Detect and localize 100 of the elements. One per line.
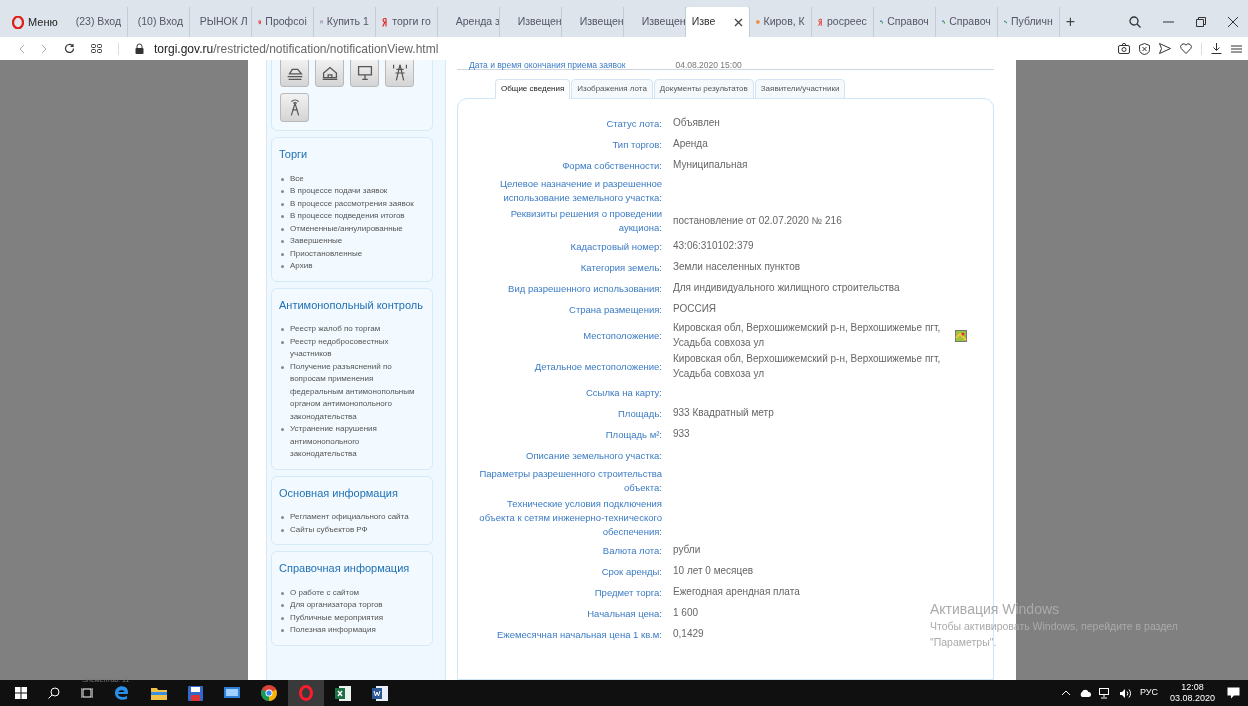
cloud-icon[interactable] bbox=[1078, 689, 1091, 697]
settings-icon[interactable] bbox=[1231, 43, 1242, 54]
field-value: 933 bbox=[673, 427, 690, 442]
menu-link[interactable]: Для организатора торгов bbox=[290, 599, 391, 612]
menu-link[interactable]: О работе с сайтом bbox=[290, 586, 368, 599]
tab-title: Справоч bbox=[949, 14, 991, 30]
chrome-icon[interactable] bbox=[261, 685, 277, 701]
tab[interactable]: Изображения лота bbox=[571, 79, 653, 99]
windows-icon[interactable] bbox=[15, 687, 27, 699]
menu-link[interactable]: Отмененные/аннулированные bbox=[290, 222, 411, 235]
field-value: рубли bbox=[673, 543, 701, 558]
menu-title: Основная информация bbox=[279, 485, 399, 501]
menu-link[interactable]: Все bbox=[290, 172, 312, 185]
field-label: Технические условия подключения объекта к сетям инженерно-технического обеспечения: bbox=[478, 497, 662, 539]
close-icon[interactable] bbox=[733, 17, 743, 27]
tab-title: Извещен bbox=[516, 14, 561, 30]
power-tower-icon[interactable] bbox=[385, 60, 414, 87]
field-value: Ежегодная арендная плата bbox=[673, 585, 800, 600]
camera-icon[interactable] bbox=[1118, 43, 1130, 54]
tab-title: Аренда з bbox=[454, 14, 499, 30]
menu-link[interactable]: Архив bbox=[290, 260, 321, 273]
field-value: 0,1429 bbox=[673, 627, 704, 642]
download-icon[interactable] bbox=[1211, 43, 1222, 54]
field-label: Вид разрешенного использования: bbox=[508, 281, 662, 296]
search-icon[interactable] bbox=[1129, 16, 1141, 28]
field-value: постановление от 02.07.2020 № 216 bbox=[673, 213, 842, 228]
field-label: Детальное местоположение: bbox=[534, 359, 662, 374]
field-label: Площадь: bbox=[618, 406, 662, 421]
bullet-icon bbox=[281, 629, 284, 632]
field-label: Ежемесячная начальная цена 1 кв.м: bbox=[496, 627, 662, 642]
menu-link[interactable]: Регламент официального сайта bbox=[290, 511, 417, 524]
field-value: 04.08.2020 15:00 bbox=[675, 60, 742, 69]
shield-icon[interactable] bbox=[1139, 42, 1150, 55]
send-icon[interactable] bbox=[1159, 43, 1171, 54]
tab[interactable]: Документы результатов bbox=[653, 79, 754, 99]
menu-button[interactable]: Меню bbox=[12, 7, 66, 37]
tab-title: Купить 1 bbox=[326, 14, 369, 30]
bullet-icon bbox=[281, 604, 284, 607]
lock-icon bbox=[135, 43, 144, 54]
clock-time: 12:08 bbox=[1181, 682, 1204, 693]
map-icon[interactable] bbox=[955, 329, 967, 342]
field-label: Срок аренды: bbox=[601, 564, 662, 579]
tab-title: РЫНОК Л bbox=[199, 14, 248, 30]
field-value: 10 лет 0 месяцев bbox=[673, 564, 753, 579]
field-value: 43:06:310102:379 bbox=[673, 239, 754, 254]
menu-link[interactable]: Публичные мероприятия bbox=[290, 611, 392, 624]
menu-title: Антимонопольный контроль bbox=[279, 297, 424, 313]
field-label: Целевое назначение и разрешенное использование земельного участка: bbox=[498, 177, 662, 205]
floppy-icon[interactable] bbox=[188, 685, 203, 701]
field-value: РОССИЯ bbox=[673, 302, 717, 317]
menu-link[interactable]: Устранение нарушения антимонопольного законодательства bbox=[290, 423, 425, 461]
bullet-icon bbox=[281, 215, 284, 218]
monitor-icon[interactable] bbox=[224, 686, 240, 700]
field-label: Дата и время окончания приема заявок bbox=[469, 60, 626, 69]
tab[interactable]: Заявители/участники bbox=[754, 79, 846, 99]
bullet-icon bbox=[281, 265, 284, 268]
opera-taskbar-button[interactable] bbox=[288, 680, 324, 706]
field-label: Описание земельного участка: bbox=[526, 448, 662, 463]
tab-title: Извещен bbox=[578, 14, 623, 30]
field-value: 1 600 bbox=[673, 606, 699, 621]
notification-icon[interactable] bbox=[1227, 687, 1240, 699]
menu-link[interactable]: Завершенные bbox=[290, 235, 351, 248]
document-icon[interactable] bbox=[372, 685, 388, 701]
menu-link[interactable]: В процессе рассмотрения заявок bbox=[290, 197, 422, 210]
house-icon[interactable] bbox=[315, 60, 344, 87]
field-label: Начальная цена: bbox=[587, 606, 662, 621]
folder-icon[interactable] bbox=[151, 686, 167, 700]
antenna-icon[interactable] bbox=[280, 93, 309, 122]
menu-link[interactable]: Сайты субъектов РФ bbox=[290, 523, 376, 536]
menu-link[interactable]: В процессе подачи заявок bbox=[290, 185, 396, 198]
new-tab-button[interactable]: + bbox=[1059, 7, 1082, 37]
menu-link[interactable]: Получение разъяснений по вопросам применения федеральным антимонопольным органом антимонопольного законодательства bbox=[290, 360, 425, 423]
menu-link[interactable]: Реестр недобросовестных участников bbox=[290, 335, 425, 361]
field-label: Тип торгов: bbox=[612, 137, 662, 152]
grid-icon[interactable] bbox=[91, 44, 102, 53]
menu-link[interactable]: Полезная информация bbox=[290, 624, 384, 637]
search-icon[interactable] bbox=[48, 687, 60, 699]
url-text[interactable]: torgi.gov.ru/restricted/notification/notificationView.html bbox=[154, 39, 439, 58]
bullet-icon bbox=[281, 190, 284, 193]
spreadsheet-icon[interactable] bbox=[335, 685, 351, 701]
menu-link[interactable]: Приостановленные bbox=[290, 247, 371, 260]
browser-tab[interactable]: Изве bbox=[685, 7, 750, 37]
language-indicator[interactable]: РУС bbox=[1139, 686, 1158, 700]
task-view-icon[interactable] bbox=[81, 687, 93, 699]
menu-link[interactable]: Реестр жалоб по торгам bbox=[290, 323, 389, 336]
menu-title: Торги bbox=[279, 147, 309, 162]
menu-link[interactable]: В процессе подведения итогов bbox=[290, 210, 413, 223]
field-label: Форма собственности: bbox=[562, 158, 662, 173]
tab-title: Извещен bbox=[640, 14, 685, 30]
restore-icon[interactable] bbox=[1196, 17, 1206, 27]
close-icon[interactable] bbox=[1228, 17, 1238, 27]
speaker-icon[interactable] bbox=[1118, 687, 1132, 699]
chevron-up-icon[interactable] bbox=[1060, 690, 1071, 696]
tab[interactable]: Общие сведения bbox=[495, 79, 571, 99]
tab-title: Изве bbox=[691, 14, 716, 30]
reload-icon[interactable] bbox=[64, 43, 75, 54]
field-value: Кировская обл, Верхошижемский р-н, Верхошижемье пгт, Усадьба совхоза ул bbox=[673, 321, 942, 350]
network-icon[interactable] bbox=[1098, 687, 1111, 699]
browser-e-icon[interactable] bbox=[114, 685, 130, 701]
heart-icon[interactable] bbox=[1180, 43, 1192, 54]
